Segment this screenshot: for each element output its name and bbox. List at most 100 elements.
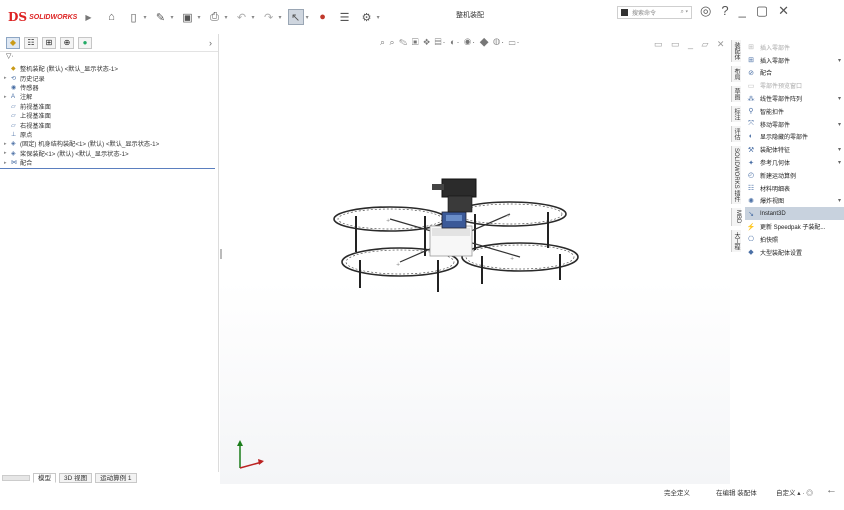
- tab-addins[interactable]: SOLIDWORKS 插件: [731, 146, 741, 205]
- tree-row[interactable]: ⊥ 原点: [4, 130, 218, 139]
- open-icon[interactable]: ✎: [152, 9, 168, 25]
- tab-mbd[interactable]: MBD: [731, 208, 741, 226]
- select-icon[interactable]: ↖: [287, 9, 304, 25]
- redo-dropdown-icon[interactable]: ▾: [279, 14, 282, 21]
- tree-row-label: 历史记录: [20, 75, 45, 83]
- tree-row[interactable]: ▸ ⟲ 历史记录: [4, 73, 218, 83]
- tree-row[interactable]: ▸ ⋈ 配合: [4, 158, 218, 168]
- help-icon[interactable]: ?: [721, 3, 728, 19]
- chevron-down-icon[interactable]: ▾: [838, 121, 841, 128]
- options-icon[interactable]: ⚙: [359, 9, 375, 25]
- tab-3d-view[interactable]: 3D 视图: [59, 473, 93, 483]
- command-mate[interactable]: ⊘ 配合: [745, 67, 844, 80]
- expand-arrow-icon[interactable]: ▸: [4, 75, 11, 81]
- print-icon[interactable]: ⎙: [207, 9, 223, 25]
- display-manager-icon[interactable]: ●: [78, 36, 92, 49]
- search-icon[interactable]: ⌕ ▾: [680, 9, 688, 16]
- undo-icon[interactable]: ↶: [234, 9, 250, 25]
- print-dropdown-icon[interactable]: ▾: [225, 14, 228, 21]
- tree-row[interactable]: ◉ 传感器: [4, 83, 218, 92]
- view-orientation-triad[interactable]: [236, 438, 276, 478]
- command-preview[interactable]: ▭ 零部件预览窗口: [745, 79, 844, 92]
- property-manager-icon[interactable]: ☷: [24, 36, 38, 49]
- expand-arrow-icon[interactable]: ▸: [4, 150, 11, 156]
- select-dropdown-icon[interactable]: ▾: [306, 14, 309, 21]
- undo-dropdown-icon[interactable]: ▾: [252, 14, 255, 21]
- command-label: 配合: [760, 71, 773, 78]
- svg-text:+: +: [506, 213, 510, 219]
- dimxpert-icon[interactable]: ⊕: [60, 36, 74, 49]
- filter-icon[interactable]: ▽·: [0, 52, 218, 64]
- command-snapshot[interactable]: ⎔ 拍快照: [745, 233, 844, 246]
- tree-row[interactable]: ▸ A 注解: [4, 92, 218, 102]
- expand-arrow-icon[interactable]: ▸: [4, 141, 11, 147]
- home-icon[interactable]: ⌂: [103, 9, 119, 25]
- tree-row[interactable]: ▱ 前视基准面: [4, 102, 218, 111]
- units-selector[interactable]: 自定义 ▴ · ◎: [776, 487, 813, 497]
- tree-row[interactable]: ▸ ◈ (固定) 机身结构装配<1> (默认) <默认_显示状态-1>: [4, 139, 218, 149]
- configuration-manager-icon[interactable]: ⊞: [42, 36, 56, 49]
- tab-model[interactable]: 模型: [33, 473, 56, 483]
- chevron-down-icon[interactable]: ▾: [838, 57, 841, 64]
- restore-icon[interactable]: ▢: [756, 3, 768, 19]
- tab-layout[interactable]: 布局: [731, 66, 741, 82]
- chevron-down-icon[interactable]: ▾: [838, 146, 841, 153]
- close-icon[interactable]: ✕: [778, 3, 789, 19]
- feature-manager-icon[interactable]: ◆: [6, 36, 20, 49]
- command-motion-study[interactable]: ◴ 新建运动算例: [745, 169, 844, 182]
- expand-arrow-icon[interactable]: ▸: [4, 160, 11, 166]
- command-explode[interactable]: ✺ 爆炸视图 ▾: [745, 195, 844, 208]
- save-dropdown-icon[interactable]: ▾: [198, 14, 201, 21]
- command-bom[interactable]: ☷ 材料明细表: [745, 182, 844, 195]
- command-show-hidden[interactable]: ◐ 显示隐藏的零部件: [745, 131, 844, 144]
- tree-row[interactable]: ◆ 整机装配 (默认) <默认_显示状态-1>: [4, 64, 218, 73]
- tab-sketch[interactable]: 草图: [731, 86, 741, 102]
- user-account-icon[interactable]: ◎: [700, 3, 711, 19]
- rebuild-icon[interactable]: ●: [315, 9, 331, 25]
- options-dropdown-icon[interactable]: ▾: [377, 14, 380, 21]
- file-properties-icon[interactable]: ☰: [337, 9, 353, 25]
- command-insert-component[interactable]: ⊞ 插入零部件: [745, 41, 844, 54]
- tab-markup[interactable]: 标注: [731, 106, 741, 122]
- tree-row[interactable]: ▸ ◈ 桨保装配<1> (默认) <默认_显示状态-1>: [4, 149, 218, 158]
- quick-access-toolbar: ⌂ ▯ ▾ ✎ ▾ ▣ ▾ ⎙ ▾ ↶ ▾ ↷ ▾ ↖ ▾ ● ☰ ⚙ ▾: [103, 9, 380, 25]
- chevron-down-icon[interactable]: ▾: [838, 197, 841, 204]
- back-arrow-icon[interactable]: ←: [826, 484, 837, 496]
- command-instant3d[interactable]: ↘ Instant3D: [745, 207, 844, 221]
- command-assembly-feature[interactable]: ⚒ 装配体特征 ▾: [745, 143, 844, 156]
- graphics-viewport[interactable]: ⌕ ⌕ ✎ ▣ ❖ ▤· ◐· ◉· ◆ ◍· ▭· ▭ ▭ _ ▱ ✕ + +…: [220, 34, 730, 484]
- search-scope-icon[interactable]: [621, 9, 628, 16]
- tree-row[interactable]: ▱ 右视基准面: [4, 120, 218, 130]
- search-commands-field[interactable]: 搜索命令 ⌕ ▾: [617, 6, 692, 19]
- chevron-down-icon[interactable]: ▾: [838, 95, 841, 102]
- drone-model[interactable]: + + + +: [220, 34, 730, 484]
- mate-icon: ⊘: [748, 69, 754, 77]
- command-fastener[interactable]: ⚲ 智能扣件: [745, 105, 844, 118]
- command-reference-geometry[interactable]: ✦ 参考几何体 ▾: [745, 156, 844, 169]
- tab-scroll-control[interactable]: [2, 475, 30, 481]
- save-icon[interactable]: ▣: [180, 9, 196, 25]
- tab-assembly[interactable]: 装配体: [731, 40, 741, 62]
- tab-engineering[interactable]: 大工程: [731, 229, 741, 252]
- minimize-icon[interactable]: _: [739, 3, 746, 19]
- open-dropdown-icon[interactable]: ▾: [170, 14, 173, 21]
- new-dropdown-icon[interactable]: ▾: [143, 14, 146, 21]
- status-defined: 完全定义: [664, 490, 690, 497]
- tab-evaluate[interactable]: 评估: [731, 126, 741, 142]
- new-icon[interactable]: ▯: [125, 9, 141, 25]
- tree-row[interactable]: ▱ 上视基准面: [4, 111, 218, 120]
- panel-tabs-arrow-icon[interactable]: ›: [209, 38, 212, 48]
- command-pattern[interactable]: ⁂ 线性零部件阵列 ▾: [745, 92, 844, 105]
- menu-expand-arrow-icon[interactable]: ▶: [85, 13, 91, 22]
- solidworks-logo[interactable]: DS SOLIDWORKS: [8, 10, 77, 24]
- redo-icon[interactable]: ↷: [261, 9, 277, 25]
- command-large-assembly[interactable]: ◆ 大型装配体设置: [745, 246, 844, 259]
- tree-row-label: 前视基准面: [20, 103, 51, 111]
- command-speedpak[interactable]: ⚡ 更新 Speedpak 子装配...: [745, 220, 844, 233]
- sensor-icon: ◉: [11, 84, 17, 91]
- chevron-down-icon[interactable]: ▾: [838, 159, 841, 166]
- command-insert-component[interactable]: ⊞ 插入零部件 ▾: [745, 54, 844, 67]
- expand-arrow-icon[interactable]: ▸: [4, 94, 11, 100]
- command-move[interactable]: ⤧ 移动零部件 ▾: [745, 118, 844, 131]
- tab-motion-study[interactable]: 运动算例 1: [95, 473, 137, 483]
